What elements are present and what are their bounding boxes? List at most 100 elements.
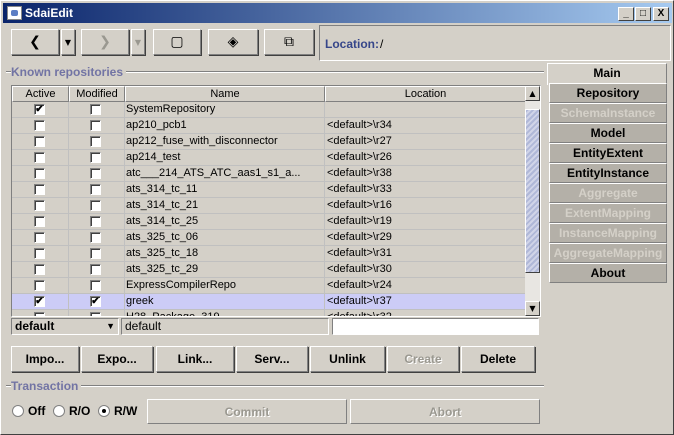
repo-location-cell[interactable]: <default>\r19: [325, 214, 526, 230]
modified-checkbox[interactable]: ✔: [90, 296, 101, 307]
repo-location-cell[interactable]: <default>\r33: [325, 182, 526, 198]
active-checkbox[interactable]: ✔: [34, 104, 45, 115]
modified-checkbox[interactable]: [90, 312, 101, 316]
modified-checkbox[interactable]: [90, 280, 101, 291]
minimize-button[interactable]: _: [618, 7, 634, 21]
repo-name-cell[interactable]: ats_314_tc_21: [125, 198, 325, 214]
table-scrollbar[interactable]: ▲ ▼: [525, 86, 540, 316]
abort-button[interactable]: Abort: [350, 399, 540, 424]
repo-name-cell[interactable]: ExpressCompilerRepo: [125, 278, 325, 294]
import-button[interactable]: Impo...: [11, 346, 79, 372]
column-header-location[interactable]: Location: [325, 86, 526, 102]
transaction-off-radio[interactable]: [12, 405, 24, 417]
table-row[interactable]: ats_314_tc_25 <default>\r19: [12, 214, 526, 230]
repo-location-cell[interactable]: <default>\r24: [325, 278, 526, 294]
column-header-modified[interactable]: Modified: [69, 86, 125, 102]
refresh-button[interactable]: ◈: [208, 29, 258, 55]
table-row[interactable]: ats_314_tc_11 <default>\r33: [12, 182, 526, 198]
active-checkbox[interactable]: [34, 168, 45, 179]
tab-main[interactable]: Main: [547, 63, 667, 85]
tab-aggregate[interactable]: Aggregate: [549, 183, 667, 203]
active-checkbox[interactable]: [34, 312, 45, 316]
commit-button[interactable]: Commit: [147, 399, 347, 424]
forward-history-dropdown[interactable]: ▼: [131, 29, 145, 55]
table-row[interactable]: ap212_fuse_with_disconnector <default>\r2…: [12, 134, 526, 150]
modified-checkbox[interactable]: [90, 152, 101, 163]
active-checkbox[interactable]: [34, 184, 45, 195]
close-button[interactable]: X: [653, 7, 669, 21]
active-checkbox[interactable]: [34, 232, 45, 243]
table-row[interactable]: ap210_pcb1 <default>\r34: [12, 118, 526, 134]
table-row[interactable]: ats_325_tc_06 <default>\r29: [12, 230, 526, 246]
repo-name-cell[interactable]: greek: [125, 294, 325, 310]
repo-location-cell[interactable]: <default>\r27: [325, 134, 526, 150]
tab-about[interactable]: About: [549, 263, 667, 283]
location-path-field[interactable]: default: [121, 318, 329, 335]
back-history-dropdown[interactable]: ▼: [61, 29, 75, 55]
active-checkbox[interactable]: [34, 152, 45, 163]
modified-checkbox[interactable]: [90, 216, 101, 227]
repo-name-cell[interactable]: ats_325_tc_18: [125, 246, 325, 262]
repo-location-cell[interactable]: <default>\r16: [325, 198, 526, 214]
active-checkbox[interactable]: [34, 120, 45, 131]
table-row[interactable]: atc___214_ATS_ATC_aas1_s1_a... <default>\…: [12, 166, 526, 182]
transaction-ro-radio[interactable]: [53, 405, 65, 417]
tab-schemainstance[interactable]: SchemaInstance: [549, 103, 667, 123]
delete-button[interactable]: Delete: [461, 346, 535, 372]
tab-entityextent[interactable]: EntityExtent: [549, 143, 667, 163]
repo-location-cell[interactable]: <default>\r32: [325, 310, 526, 316]
table-row[interactable]: H28_Package_319 <default>\r32: [12, 310, 526, 316]
table-row[interactable]: ✔ SystemRepository: [12, 102, 526, 118]
tab-entityinstance[interactable]: EntityInstance: [549, 163, 667, 183]
location-type-select[interactable]: default ▼: [11, 318, 119, 335]
repo-location-cell[interactable]: <default>\r37: [325, 294, 526, 310]
export-button[interactable]: Expo...: [81, 346, 153, 372]
tab-aggregatemapping[interactable]: AggregateMapping: [549, 243, 667, 263]
repo-location-cell[interactable]: <default>\r38: [325, 166, 526, 182]
forward-button[interactable]: ❯: [81, 29, 129, 55]
table-row[interactable]: ats_314_tc_21 <default>\r16: [12, 198, 526, 214]
maximize-button[interactable]: □: [635, 7, 651, 21]
scroll-thumb[interactable]: [525, 109, 540, 273]
active-checkbox[interactable]: [34, 136, 45, 147]
active-checkbox[interactable]: ✔: [34, 296, 45, 307]
scroll-down-arrow[interactable]: ▼: [525, 301, 540, 316]
repo-location-cell[interactable]: [325, 102, 526, 118]
active-checkbox[interactable]: [34, 216, 45, 227]
table-row[interactable]: ✔ ✔ greek <default>\r37: [12, 294, 526, 310]
repo-name-cell[interactable]: ap212_fuse_with_disconnector: [125, 134, 325, 150]
unlink-button[interactable]: Unlink: [310, 346, 385, 372]
copy-button[interactable]: ⧉: [264, 29, 314, 55]
repo-detail-input[interactable]: [332, 318, 539, 335]
tab-instancemapping[interactable]: InstanceMapping: [549, 223, 667, 243]
repo-name-cell[interactable]: atc___214_ATS_ATC_aas1_s1_a...: [125, 166, 325, 182]
create-button[interactable]: Create: [387, 346, 459, 372]
repo-location-cell[interactable]: <default>\r26: [325, 150, 526, 166]
repo-name-cell[interactable]: ap210_pcb1: [125, 118, 325, 134]
repo-name-cell[interactable]: ap214_test: [125, 150, 325, 166]
repo-name-cell[interactable]: ats_325_tc_06: [125, 230, 325, 246]
repo-location-cell[interactable]: <default>\r34: [325, 118, 526, 134]
repo-location-cell[interactable]: <default>\r31: [325, 246, 526, 262]
server-button[interactable]: Serv...: [236, 346, 308, 372]
tab-extentmapping[interactable]: ExtentMapping: [549, 203, 667, 223]
table-row[interactable]: ap214_test <default>\r26: [12, 150, 526, 166]
repo-name-cell[interactable]: ats_314_tc_11: [125, 182, 325, 198]
active-checkbox[interactable]: [34, 248, 45, 259]
active-checkbox[interactable]: [34, 280, 45, 291]
modified-checkbox[interactable]: [90, 136, 101, 147]
table-row[interactable]: ExpressCompilerRepo <default>\r24: [12, 278, 526, 294]
modified-checkbox[interactable]: [90, 120, 101, 131]
repo-name-cell[interactable]: H28_Package_319: [125, 310, 325, 316]
transaction-rw-radio[interactable]: [98, 405, 110, 417]
repo-location-cell[interactable]: <default>\r29: [325, 230, 526, 246]
repo-name-cell[interactable]: ats_325_tc_29: [125, 262, 325, 278]
table-row[interactable]: ats_325_tc_18 <default>\r31: [12, 246, 526, 262]
title-bar[interactable]: SdaiEdit _ □ X: [3, 3, 672, 23]
modified-checkbox[interactable]: [90, 200, 101, 211]
new-button[interactable]: ▢: [153, 29, 201, 55]
column-header-active[interactable]: Active: [12, 86, 69, 102]
modified-checkbox[interactable]: [90, 232, 101, 243]
modified-checkbox[interactable]: [90, 184, 101, 195]
back-button[interactable]: ❮: [11, 29, 59, 55]
